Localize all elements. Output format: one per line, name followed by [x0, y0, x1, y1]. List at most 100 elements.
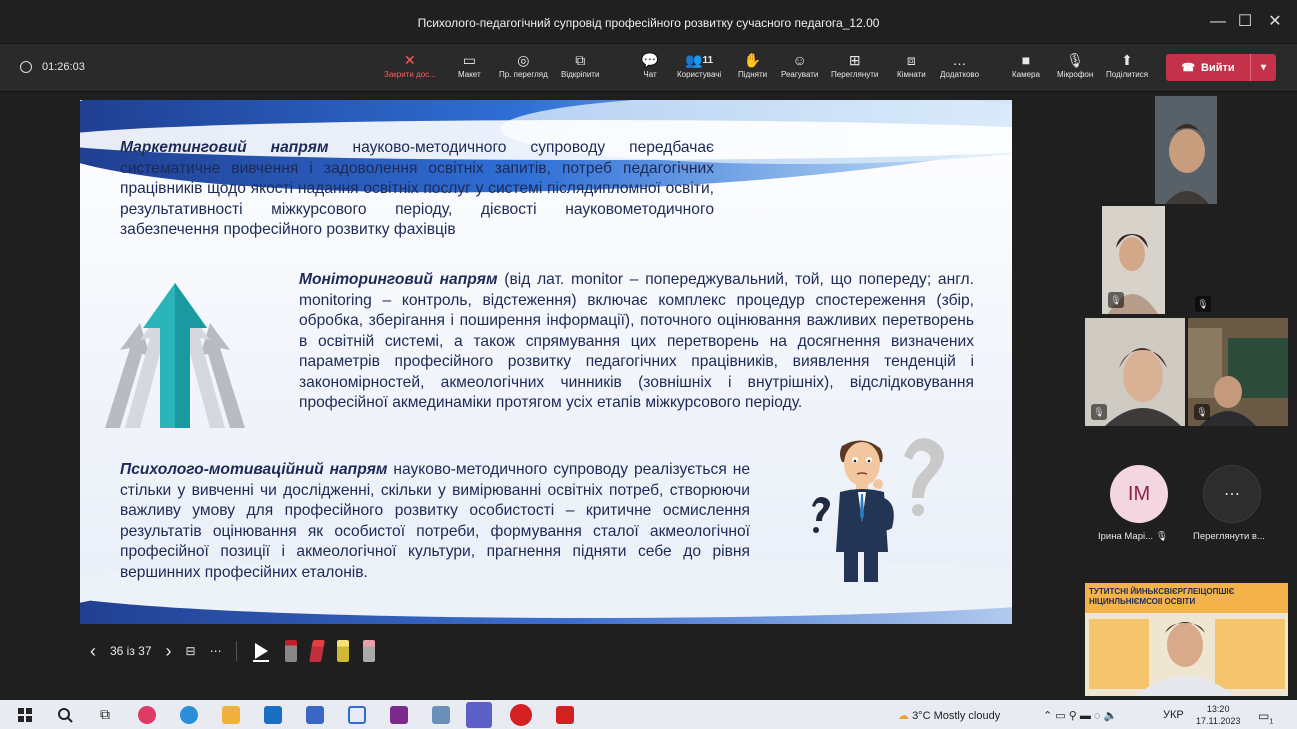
stop-share-label: Закрити дос... [384, 70, 436, 79]
chat-button[interactable]: 💬 Чат [639, 50, 661, 80]
people-label: Користувачі [677, 70, 722, 79]
react-label: Реагувати [781, 70, 819, 79]
edge-icon[interactable] [180, 706, 198, 724]
meeting-timer: 01:26:03 [20, 61, 85, 73]
camera-button[interactable]: ■ Камера [1012, 50, 1040, 79]
more-icon: … [952, 52, 967, 68]
layout-button[interactable]: ▭ Макет [458, 50, 481, 80]
react-button[interactable]: ☺ Реагувати [781, 50, 818, 79]
people-count: 11 [702, 54, 714, 66]
slide-more-button[interactable]: ⋯ [210, 644, 222, 658]
close-window-button[interactable]: ✕ [1260, 10, 1290, 34]
mail-icon[interactable] [264, 706, 282, 724]
mic-off-icon: 🎙 [1195, 296, 1211, 312]
raise-hand-label: Підняти [738, 70, 768, 79]
prev-slide-button[interactable]: ‹ [90, 641, 96, 662]
view-label: Переглянути [831, 70, 879, 79]
tray-icons[interactable]: ⌃ ▭ ⚲ ▬ ◌ 🔈 [1043, 709, 1117, 722]
language-indicator[interactable]: УКР [1163, 709, 1184, 721]
leave-button[interactable]: ☎ Вийти ▾ [1166, 54, 1276, 81]
thinking-man-image [812, 438, 944, 582]
weather-widget[interactable]: ☁ 3°C Mostly cloudy [898, 709, 1000, 722]
participant-video-tile[interactable]: 🎙 [1085, 318, 1185, 426]
people-button[interactable]: 👥 11 Користувачі [677, 50, 722, 80]
share-label: Поділитися [1106, 70, 1149, 79]
share-button[interactable]: ⬆ Поділитися [1106, 50, 1149, 80]
next-slide-button[interactable]: › [166, 641, 172, 662]
onenote-icon[interactable] [390, 706, 408, 724]
leave-options-chevron-icon[interactable]: ▾ [1250, 54, 1276, 81]
highlighter-icon[interactable] [336, 640, 349, 662]
chat-label: Чат [643, 70, 657, 79]
slide-paragraph-marketing: Маркетинговий напрям науково-методичного… [120, 139, 714, 238]
participant-video-tile[interactable]: 🎙 [1188, 318, 1288, 426]
mic-off-icon: 🎙 [1091, 404, 1107, 420]
rooms-label: Кімнати [897, 70, 926, 79]
camera-label: Камера [1012, 70, 1040, 79]
save-app-icon[interactable] [306, 706, 324, 724]
leave-label: Вийти [1201, 61, 1235, 74]
people-icon: 👥 11 [685, 51, 714, 68]
file-explorer-icon[interactable] [222, 706, 240, 724]
timer-text: 01:26:03 [42, 61, 85, 73]
grid-icon: ⊞ [848, 51, 861, 68]
windows-taskbar: ⧉ ☁ 3°C Mostly cloudy ⌃ ▭ ⚲ ▬ ◌ 🔈 УКР 13… [0, 700, 1297, 729]
presenter-banner-text: ТУТИТСНІ ЙИНЬКСВІЄРГЛЕІЦОПШІЄ НІЦИНЛЬНІЄ… [1089, 587, 1235, 606]
camera-icon: ■ [1021, 52, 1031, 68]
shield-icon [20, 61, 32, 73]
presenter-video-tile[interactable]: ТУТИТСНІ ЙИНЬКСВІЄРГЛЕІЦОПШІЄ НІЦИНЛЬНІЄ… [1085, 583, 1288, 696]
phone-icon: ☎ [1181, 62, 1196, 74]
maximize-button[interactable]: ☐ [1230, 10, 1260, 34]
task-view-icon[interactable]: ⧉ [96, 706, 114, 724]
window-title: Психолого-педагогічний супровід професій… [417, 16, 880, 30]
slide-grid-icon[interactable]: ⊟ [186, 644, 196, 658]
raise-hand-button[interactable]: ✋ Підняти [738, 50, 768, 80]
pop-out-button[interactable]: ⧉ Відкріпити [561, 50, 600, 80]
presenter-view-button[interactable]: ◎ Пр. перегляд [499, 50, 548, 80]
mic-label: Мікрофон [1057, 70, 1094, 79]
view-more-participants-button[interactable]: ⋯ [1203, 465, 1261, 523]
app-icon[interactable] [432, 706, 450, 724]
shared-slide: Маркетинговий напрям науково-методичного… [80, 100, 1012, 624]
pop-out-label: Відкріпити [561, 70, 600, 79]
opera-icon[interactable] [510, 704, 532, 726]
participant-video-tile[interactable] [1155, 96, 1217, 204]
eye-icon: ◎ [517, 51, 530, 68]
rooms-icon: ⧈ [906, 51, 916, 68]
red-pen-icon[interactable] [284, 640, 297, 662]
notification-icon[interactable]: ▭1 [1258, 709, 1273, 725]
stop-sharing-button[interactable]: ✕ Закрити дос... [384, 50, 436, 80]
layout-icon: ▭ [462, 51, 476, 68]
hand-icon: ✋ [743, 51, 762, 68]
mic-icon: 🎙 [1066, 51, 1085, 68]
mic-button[interactable]: 🎙 Мікрофон [1057, 50, 1094, 80]
participant-video-tile[interactable]: 🎙 [1102, 206, 1165, 314]
pointer-icon[interactable] [251, 640, 271, 662]
clock[interactable]: 13:20 17.11.2023 [1196, 703, 1240, 727]
red-marker-icon[interactable] [308, 640, 325, 662]
view-button[interactable]: ⊞ Переглянути [831, 50, 879, 80]
slide-navigation: ‹ 36 із 37 › ⊟ ⋯ [90, 640, 375, 662]
smile-icon: ☺ [792, 52, 807, 68]
search-icon[interactable] [56, 706, 74, 724]
eraser-icon[interactable] [362, 640, 375, 662]
slide-paragraph-psychological: Психолого-мотиваційний напрям науково-ме… [120, 461, 750, 581]
pdf-icon[interactable] [556, 706, 574, 724]
more-actions-button[interactable]: … Додатково [940, 50, 979, 79]
divider [235, 641, 237, 661]
windows-start-icon[interactable] [16, 706, 34, 724]
app-icon[interactable] [138, 706, 156, 724]
pop-out-icon: ⧉ [575, 51, 586, 68]
minimize-button[interactable]: — [1203, 10, 1233, 34]
cloud-icon: ☁ [898, 710, 909, 722]
participant-avatar[interactable]: IM [1110, 465, 1168, 523]
mic-off-icon: 🎙 [1194, 404, 1210, 420]
teams-icon[interactable] [466, 702, 492, 728]
participant-video-tile-empty[interactable]: 🎙 [1191, 290, 1215, 312]
presenter-view-label: Пр. перегляд [499, 70, 548, 79]
media-player-icon[interactable] [348, 706, 366, 724]
share-icon: ⬆ [1121, 51, 1133, 68]
growth-arrows-image [105, 283, 245, 428]
rooms-button[interactable]: ⧈ Кімнати [897, 50, 926, 80]
meeting-toolbar: 01:26:03 ✕ Закрити дос... ▭ Макет ◎ Пр. … [0, 44, 1297, 92]
